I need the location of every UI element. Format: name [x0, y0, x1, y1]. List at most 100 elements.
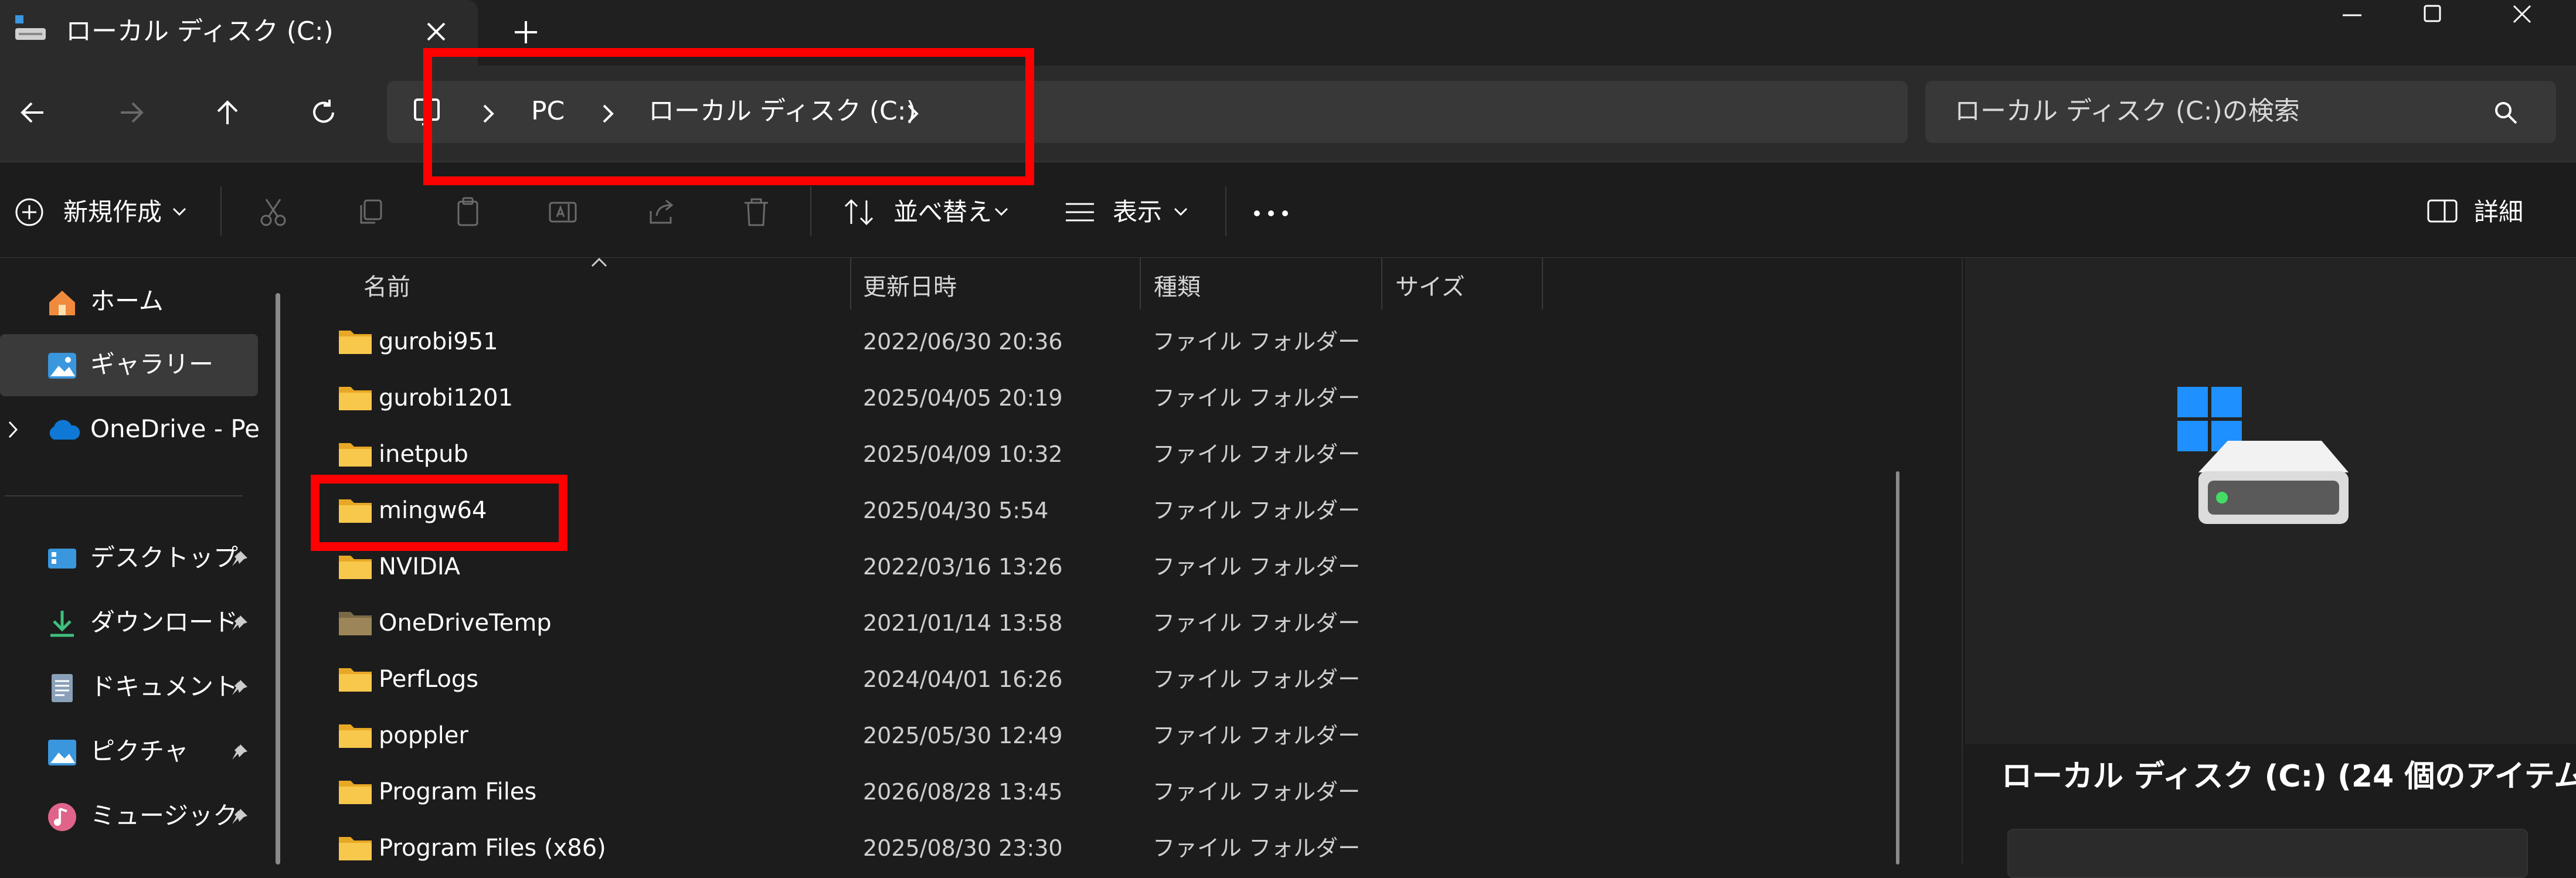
file-name: gurobi951: [379, 328, 498, 355]
file-type: ファイル フォルダー: [1153, 554, 1361, 580]
file-row[interactable]: Program Files (x86) 2025/08/30 23:30 ファイ…: [297, 822, 1962, 865]
close-tab-icon[interactable]: [421, 16, 451, 47]
windows-drive-icon: [2175, 384, 2357, 531]
paste-icon[interactable]: [451, 196, 484, 229]
sidebar-scrollbar[interactable]: [276, 293, 280, 865]
file-row[interactable]: Program Files 2026/08/28 13:45 ファイル フォルダ…: [297, 765, 1962, 822]
cut-icon[interactable]: [257, 196, 290, 229]
file-date: 2024/04/01 16:26: [863, 666, 1063, 692]
refresh-icon[interactable]: [307, 96, 340, 129]
drive-icon: [13, 13, 48, 42]
file-row[interactable]: PerfLogs 2024/04/01 16:26 ファイル フォルダー: [297, 653, 1962, 709]
chevron-down-icon[interactable]: [1173, 206, 1189, 219]
pin-icon[interactable]: [230, 613, 250, 633]
folder-icon: [338, 440, 373, 469]
search-icon[interactable]: [2493, 100, 2519, 125]
pin-icon[interactable]: [230, 678, 250, 697]
folder-icon: [338, 327, 373, 356]
details-button[interactable]: 詳細: [2474, 196, 2523, 229]
up-arrow-icon[interactable]: [211, 96, 244, 129]
sort-button[interactable]: 並べ替え: [893, 196, 992, 229]
pictures-icon: [46, 737, 79, 768]
new-tab-icon[interactable]: [511, 18, 541, 47]
highlight-box-mingw64: [311, 475, 567, 551]
file-name: OneDriveTemp: [379, 610, 552, 637]
sidebar-item-documents[interactable]: ドキュメント: [0, 656, 258, 719]
column-divider[interactable]: [1542, 258, 1543, 309]
file-row[interactable]: OneDriveTemp 2021/01/14 13:58 ファイル フォルダー: [297, 597, 1962, 653]
file-date: 2025/04/05 20:19: [863, 385, 1063, 411]
tab-title: ローカル ディスク (C:): [66, 16, 334, 46]
file-row[interactable]: gurobi1201 2025/04/05 20:19 ファイル フォルダー: [297, 372, 1962, 428]
new-button[interactable]: 新規作成: [63, 196, 162, 229]
sidebar-item-label: ギャラリー: [90, 350, 214, 379]
file-name: NVIDIA: [379, 553, 461, 580]
highlight-box-address: [423, 48, 1034, 185]
sidebar-divider: [5, 495, 243, 496]
sidebar-item-home[interactable]: ホーム: [0, 271, 258, 333]
column-header-name[interactable]: 名前: [363, 272, 410, 302]
sidebar-item-music[interactable]: ミュージック: [0, 785, 258, 848]
sidebar-item-label: OneDrive - Perso: [90, 414, 260, 443]
file-type: ファイル フォルダー: [1153, 666, 1361, 692]
chevron-down-icon[interactable]: [993, 206, 1010, 219]
file-type: ファイル フォルダー: [1153, 385, 1361, 411]
view-list-icon[interactable]: [1062, 198, 1097, 227]
share-icon[interactable]: [645, 196, 678, 229]
sort-icon[interactable]: [842, 196, 877, 229]
rename-icon[interactable]: [546, 196, 579, 229]
folder-icon: [338, 608, 373, 638]
sidebar-item-gallery[interactable]: ギャラリー: [0, 334, 258, 396]
sidebar-item-downloads[interactable]: ダウンロード: [0, 592, 258, 654]
view-button[interactable]: 表示: [1113, 196, 1162, 229]
close-window-icon[interactable]: [2504, 2, 2540, 32]
sidebar-item-desktop[interactable]: デスクトップ: [0, 528, 258, 590]
file-list-scrollbar[interactable]: [1896, 471, 1899, 865]
file-name: gurobi1201: [379, 384, 514, 411]
file-name: poppler: [379, 722, 468, 749]
more-options-icon[interactable]: [1252, 209, 1290, 218]
file-type: ファイル フォルダー: [1153, 723, 1361, 748]
document-icon: [46, 673, 79, 703]
file-name: Program Files: [379, 778, 537, 805]
maximize-icon[interactable]: [2414, 2, 2449, 32]
chevron-down-icon[interactable]: [171, 206, 188, 219]
column-divider[interactable]: [850, 258, 851, 309]
plus-circle-icon[interactable]: [13, 196, 46, 229]
delete-icon[interactable]: [740, 196, 773, 229]
column-divider[interactable]: [1140, 258, 1141, 309]
forward-arrow-icon[interactable]: [115, 96, 148, 129]
column-header-date[interactable]: 更新日時: [863, 272, 957, 302]
search-placeholder: ローカル ディスク (C:)の検索: [1955, 96, 2300, 126]
sidebar-item-onedrive[interactable]: OneDrive - Perso: [0, 399, 260, 461]
file-date: 2022/03/16 13:26: [863, 554, 1063, 580]
column-header-type[interactable]: 種類: [1154, 272, 1201, 302]
pin-icon[interactable]: [230, 806, 250, 826]
file-date: 2025/04/30 5:54: [863, 498, 1049, 523]
file-name: inetpub: [379, 441, 468, 468]
file-name: PerfLogs: [379, 666, 479, 693]
back-arrow-icon[interactable]: [16, 96, 49, 129]
details-title: ローカル ディスク (C:) (24 個のアイテム): [2001, 759, 2576, 794]
sidebar-item-label: ミュージック: [90, 801, 238, 830]
chevron-right-icon[interactable]: [6, 420, 21, 440]
minimize-icon[interactable]: [2334, 2, 2370, 32]
pin-icon[interactable]: [230, 549, 250, 569]
folder-icon: [338, 721, 373, 750]
file-type: ファイル フォルダー: [1153, 441, 1361, 467]
copy-icon[interactable]: [354, 196, 387, 229]
pin-icon[interactable]: [230, 742, 250, 762]
column-divider[interactable]: [1381, 258, 1382, 309]
file-date: 2025/04/09 10:32: [863, 441, 1063, 467]
folder-icon: [338, 552, 373, 581]
sidebar-item-label: デスクトップ: [90, 543, 239, 572]
file-row[interactable]: poppler 2025/05/30 12:49 ファイル フォルダー: [297, 709, 1962, 765]
file-date: 2022/06/30 20:36: [863, 329, 1063, 355]
sidebar-item-pictures[interactable]: ピクチャ: [0, 721, 258, 783]
folder-icon: [338, 833, 373, 863]
file-type: ファイル フォルダー: [1153, 835, 1361, 861]
column-header-size[interactable]: サイズ: [1395, 272, 1465, 302]
details-pane-icon[interactable]: [2425, 197, 2460, 226]
file-row[interactable]: gurobi951 2022/06/30 20:36 ファイル フォルダー: [297, 315, 1962, 372]
details-properties-card: [2007, 829, 2528, 878]
